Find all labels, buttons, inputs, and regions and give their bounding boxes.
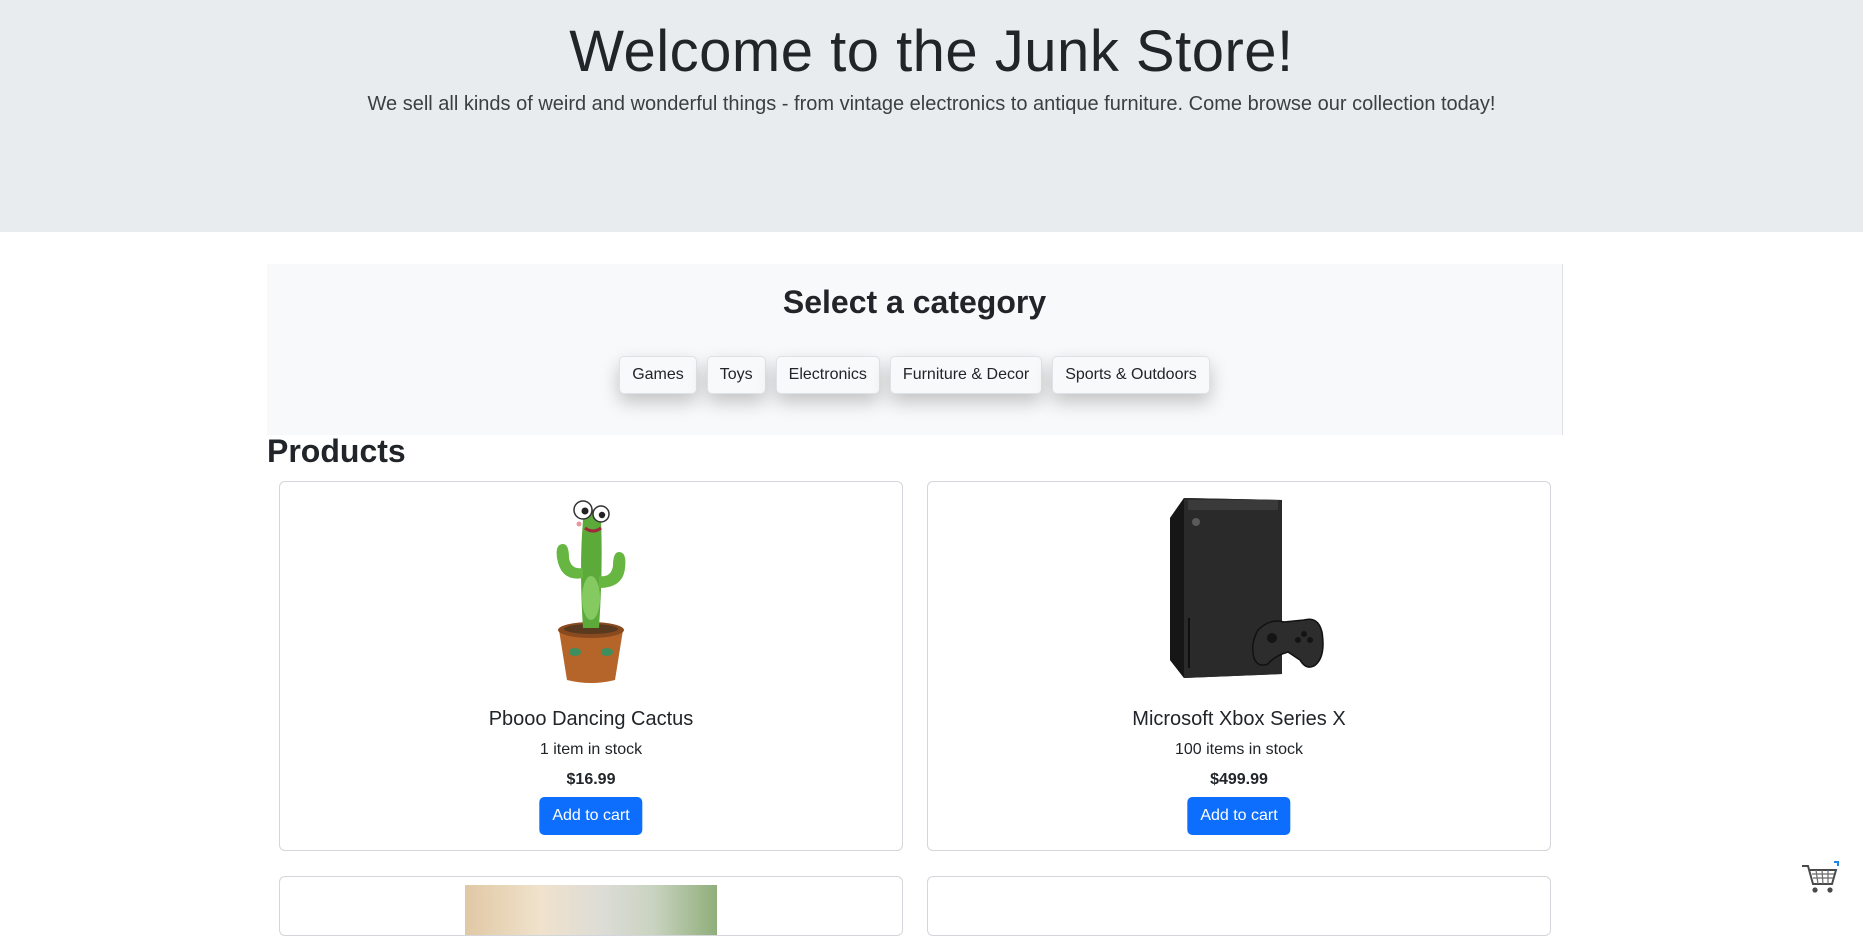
product-image-cactus [280, 488, 902, 688]
category-heading: Select a category [782, 284, 1047, 320]
category-button-furniture-decor[interactable]: Furniture & Decor [889, 356, 1043, 394]
product-stock: 100 items in stock [1174, 741, 1304, 758]
category-button-games[interactable]: Games [619, 356, 697, 394]
category-button-electronics[interactable]: Electronics [775, 356, 880, 394]
product-image-xbox [928, 488, 1550, 688]
hero-banner: Welcome to the Junk Store! We sell all k… [0, 0, 1863, 232]
product-price: $16.99 [566, 771, 616, 788]
add-to-cart-button[interactable]: Add to cart [539, 797, 643, 835]
dancing-cactus-icon [556, 500, 626, 683]
product-card: Microsoft Xbox Series X 100 items in sto… [927, 481, 1551, 851]
product-image [465, 885, 717, 935]
xbox-series-x-icon [1170, 498, 1324, 678]
product-title: Microsoft Xbox Series X [1132, 708, 1346, 730]
shopping-cart-icon[interactable] [1800, 860, 1840, 896]
hero-title: Welcome to the Junk Store! [569, 19, 1294, 84]
product-card [279, 876, 903, 936]
add-to-cart-button[interactable]: Add to cart [1187, 797, 1291, 835]
category-button-sports-outdoors[interactable]: Sports & Outdoors [1052, 356, 1210, 394]
category-button-toys[interactable]: Toys [706, 356, 766, 394]
product-card: Pbooo Dancing Cactus 1 item in stock $16… [279, 481, 903, 851]
category-button-group: Games Toys Electronics Furniture & Decor… [267, 356, 1562, 394]
category-panel: Select a category Games Toys Electronics… [267, 264, 1563, 435]
products-heading: Products [267, 433, 406, 469]
product-stock: 1 item in stock [539, 741, 643, 758]
product-price: $499.99 [1210, 771, 1268, 788]
product-title: Pbooo Dancing Cactus [488, 708, 694, 730]
product-card [927, 876, 1551, 936]
hero-subtitle: We sell all kinds of weird and wonderful… [367, 93, 1496, 115]
